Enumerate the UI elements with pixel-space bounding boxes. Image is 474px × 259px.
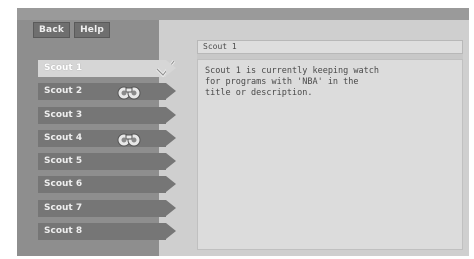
scout-item-label: Scout 8 [44,226,83,237]
detail-description: Scout 1 is currently keeping watch for p… [197,59,463,250]
scout-item-8[interactable]: Scout 8 [38,223,176,241]
scout-item-2[interactable]: Scout 2 [38,83,176,101]
help-button[interactable]: Help [74,22,111,38]
back-button[interactable]: Back [33,22,71,38]
detail-panel: Scout 1 Scout 1 is currently keeping wat… [197,40,463,250]
scout-item-1[interactable]: Scout 1 [38,60,176,78]
scout-item-label: Scout 5 [44,156,83,167]
scout-item-label: Scout 3 [44,109,83,120]
nav-bar: Back Help [33,22,111,38]
scout-item-label: Scout 6 [44,179,83,190]
scout-item-7[interactable]: Scout 7 [38,199,176,217]
scout-item-label: Scout 7 [44,202,83,213]
scout-list: Scout 1 Scout 2 Scout 3 Scout 4 Scout 5 … [38,60,188,246]
binoculars-icon [117,86,141,100]
scout-item-label: Scout 1 [44,63,83,73]
scout-item-6[interactable]: Scout 6 [38,176,176,194]
scout-item-label: Scout 4 [44,132,83,143]
detail-title: Scout 1 [197,40,463,54]
scout-screen: Back Help Scout 1 Scout 2 Scout 3 Scout [17,8,469,256]
scout-item-4[interactable]: Scout 4 [38,129,176,147]
checkmark-icon [155,60,176,78]
scout-item-3[interactable]: Scout 3 [38,106,176,124]
binoculars-icon [117,133,141,147]
scout-item-label: Scout 2 [44,86,83,97]
scout-item-5[interactable]: Scout 5 [38,153,176,171]
top-bar [17,8,469,20]
